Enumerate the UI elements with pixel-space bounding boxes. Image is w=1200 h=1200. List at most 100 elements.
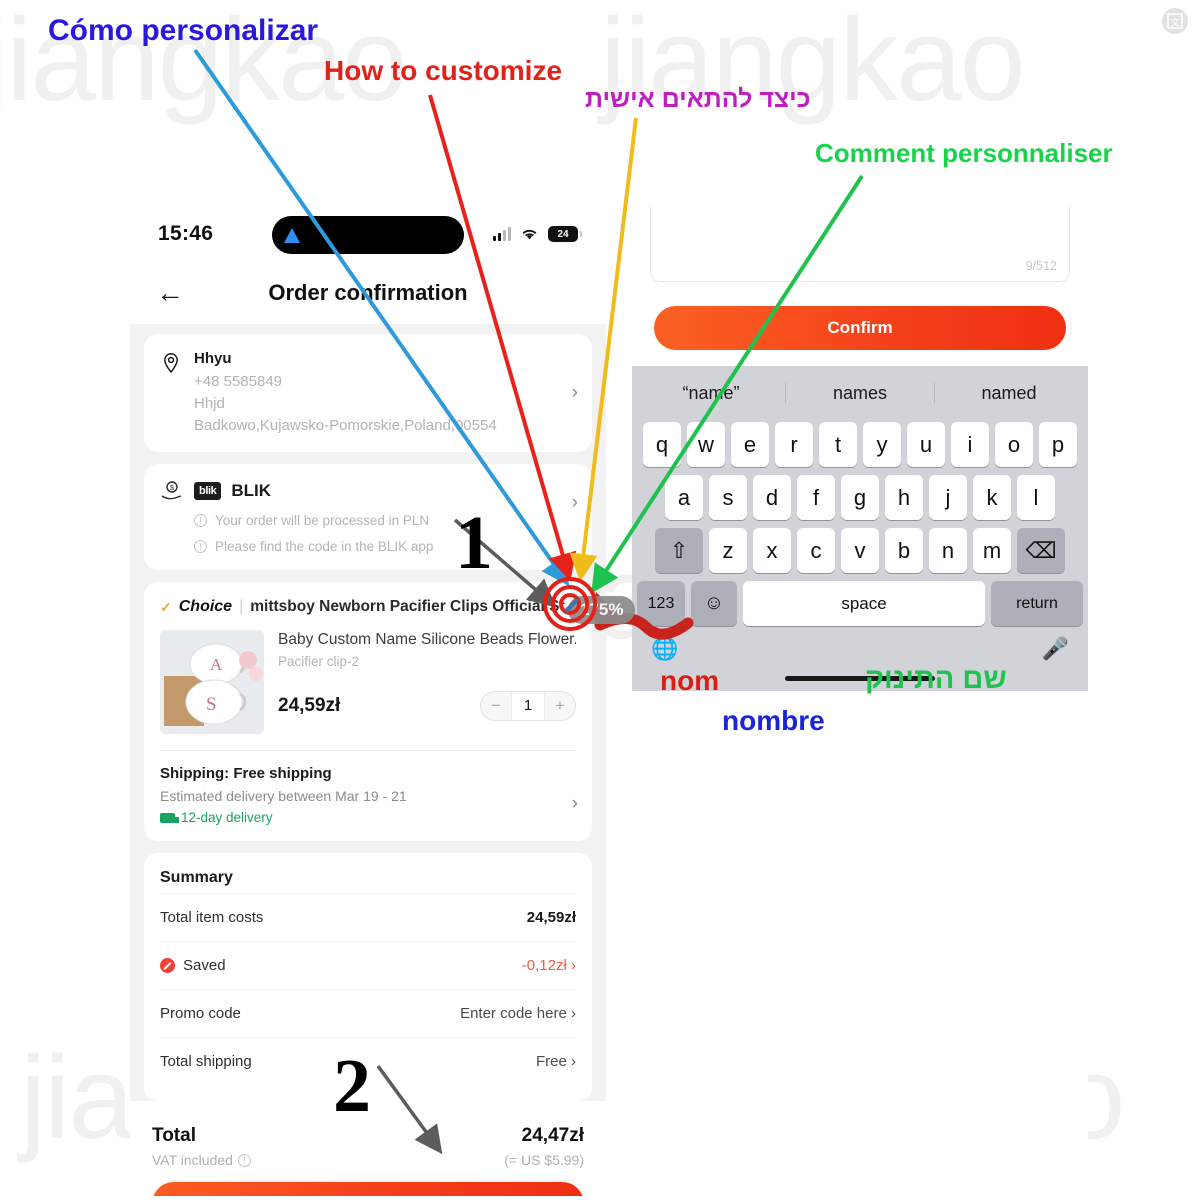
- info-icon[interactable]: !: [237, 1153, 251, 1167]
- key-f[interactable]: f: [797, 475, 835, 521]
- prediction-item[interactable]: names: [786, 383, 934, 404]
- payment-method-label: BLIK: [231, 481, 272, 501]
- key-c[interactable]: c: [797, 528, 835, 574]
- payment-note-text: Please find the code in the BLIK app: [215, 539, 434, 555]
- keyboard-row-3: ⇧ z x c v b n m ⌫: [637, 528, 1083, 574]
- key-t[interactable]: t: [819, 422, 857, 468]
- blik-logo: blik: [194, 482, 222, 501]
- keyboard-row-2: a s d f g h j k l: [637, 475, 1083, 521]
- key-b[interactable]: b: [885, 528, 923, 574]
- summary-value: -0,12zł ›: [521, 957, 576, 975]
- backspace-icon[interactable]: ⌫: [1017, 528, 1065, 574]
- chevron-right-icon[interactable]: ›: [572, 492, 578, 514]
- wifi-icon: [522, 229, 537, 240]
- key-v[interactable]: v: [841, 528, 879, 574]
- pay-now-button[interactable]: Pay now: [152, 1182, 584, 1196]
- info-icon: !: [194, 540, 207, 554]
- order-content: Hhyu +48 5585849 Hhjd Badkowo,Kujawsko-P…: [130, 324, 606, 1102]
- keyboard-bottom-row: 🌐 🎤: [637, 626, 1083, 668]
- product-card[interactable]: ✓ Choice | mittsboy Newborn Pacifier Cli…: [144, 582, 592, 842]
- baby-name-input[interactable]: Baby name 9/512: [650, 206, 1070, 283]
- vat-note: VAT included !: [152, 1152, 251, 1168]
- choice-badge: Choice: [178, 598, 233, 616]
- key-o[interactable]: o: [995, 422, 1033, 468]
- numbers-key[interactable]: 123: [637, 581, 685, 627]
- summary-label: Saved: [183, 957, 226, 975]
- key-w[interactable]: w: [687, 422, 725, 468]
- product-title: Baby Custom Name Silicone Beads Flower..…: [278, 631, 576, 649]
- back-arrow-icon[interactable]: ←: [156, 279, 184, 307]
- summary-row[interactable]: Promo code Enter code here ›: [160, 989, 576, 1037]
- quantity-value[interactable]: 1: [511, 692, 545, 721]
- payment-note: ! Please find the code in the BLIK app: [194, 539, 576, 554]
- store-row[interactable]: ✓ Choice | mittsboy Newborn Pacifier Cli…: [160, 598, 576, 616]
- status-time: 15:46: [158, 222, 214, 245]
- globe-icon[interactable]: 🌐: [651, 636, 678, 662]
- emoji-icon[interactable]: ☺: [691, 581, 737, 627]
- overlay-text-spanish: nombre: [722, 705, 825, 736]
- key-e[interactable]: e: [731, 422, 769, 468]
- coin-hand-icon: $: [161, 481, 182, 500]
- overlay-text-french: nom: [660, 665, 720, 696]
- key-g[interactable]: g: [841, 475, 879, 521]
- screenshot-root: jiangkao jiangkao jiangkao jiangkao jian…: [0, 0, 1200, 1200]
- summary-label: Total item costs: [160, 909, 264, 927]
- payment-card[interactable]: $ blik BLIK › ! Your order will be proce…: [144, 464, 592, 571]
- key-x[interactable]: x: [753, 528, 791, 574]
- prediction-item[interactable]: named: [935, 383, 1083, 404]
- quantity-stepper[interactable]: − 1 +: [480, 691, 576, 722]
- navigation-icon: [284, 227, 300, 243]
- shift-icon[interactable]: ⇧: [655, 528, 703, 574]
- onscreen-keyboard: “name” names named q w e r t y u i o p a…: [632, 366, 1088, 692]
- key-l[interactable]: l: [1017, 475, 1055, 521]
- shipping-block[interactable]: Shipping: Free shipping Estimated delive…: [160, 765, 578, 825]
- total-value: 24,47zł: [521, 1125, 584, 1147]
- microphone-icon[interactable]: 🎤: [1042, 636, 1069, 662]
- summary-title: Summary: [160, 869, 233, 887]
- key-y[interactable]: y: [863, 422, 901, 468]
- key-n[interactable]: n: [929, 528, 967, 574]
- key-k[interactable]: k: [973, 475, 1011, 521]
- quantity-increase-button[interactable]: +: [545, 692, 575, 720]
- key-q[interactable]: q: [643, 422, 681, 468]
- address-name: Hhyu: [194, 350, 232, 367]
- key-j[interactable]: j: [929, 475, 967, 521]
- overlay-text-hebrew: שם התינוק: [865, 663, 1007, 695]
- summary-label: Promo code: [160, 1005, 241, 1023]
- item-remarks-sheet: Item remarks ✕ Baby name 9/512 Confirm “…: [632, 206, 1088, 723]
- summary-value: 24,59zł: [526, 909, 576, 927]
- payment-note: ! Your order will be processed in PLN: [194, 513, 576, 528]
- chevron-right-icon[interactable]: ›: [572, 793, 578, 815]
- key-d[interactable]: d: [753, 475, 791, 521]
- key-m[interactable]: m: [973, 528, 1011, 574]
- key-r[interactable]: r: [775, 422, 813, 468]
- page-header: ← Order confirmation: [130, 262, 606, 324]
- address-card[interactable]: Hhyu +48 5585849 Hhjd Badkowo,Kujawsko-P…: [144, 334, 592, 453]
- total-label: Total: [152, 1125, 196, 1147]
- signal-icon: [493, 227, 511, 241]
- key-u[interactable]: u: [907, 422, 945, 468]
- address-phone: +48 5585849: [194, 373, 283, 390]
- step-marker-two: 2: [333, 1044, 371, 1128]
- space-key[interactable]: space: [743, 581, 985, 627]
- return-key[interactable]: return: [991, 581, 1083, 627]
- target-bullseye-icon: [543, 577, 597, 631]
- product-thumbnail[interactable]: A S: [160, 630, 264, 735]
- key-h[interactable]: h: [885, 475, 923, 521]
- quantity-decrease-button[interactable]: −: [481, 692, 511, 720]
- chevron-right-icon[interactable]: ›: [572, 382, 578, 404]
- confirm-button[interactable]: Confirm: [654, 306, 1066, 351]
- key-p[interactable]: p: [1039, 422, 1077, 468]
- prediction-item[interactable]: “name”: [637, 383, 785, 404]
- store-name: mittsboy Newborn Pacifier Clips Official…: [250, 598, 576, 616]
- vat-label: VAT included: [152, 1152, 233, 1169]
- svg-text:文: 文: [1170, 16, 1180, 29]
- discount-icon: [160, 958, 175, 974]
- summary-row[interactable]: Saved -0,12zł ›: [160, 941, 576, 989]
- keyboard-row-4: 123 ☺ space return: [637, 581, 1083, 627]
- key-s[interactable]: s: [709, 475, 747, 521]
- key-a[interactable]: a: [665, 475, 703, 521]
- summary-value: Free ›: [535, 1053, 576, 1071]
- key-z[interactable]: z: [709, 528, 747, 574]
- key-i[interactable]: i: [951, 422, 989, 468]
